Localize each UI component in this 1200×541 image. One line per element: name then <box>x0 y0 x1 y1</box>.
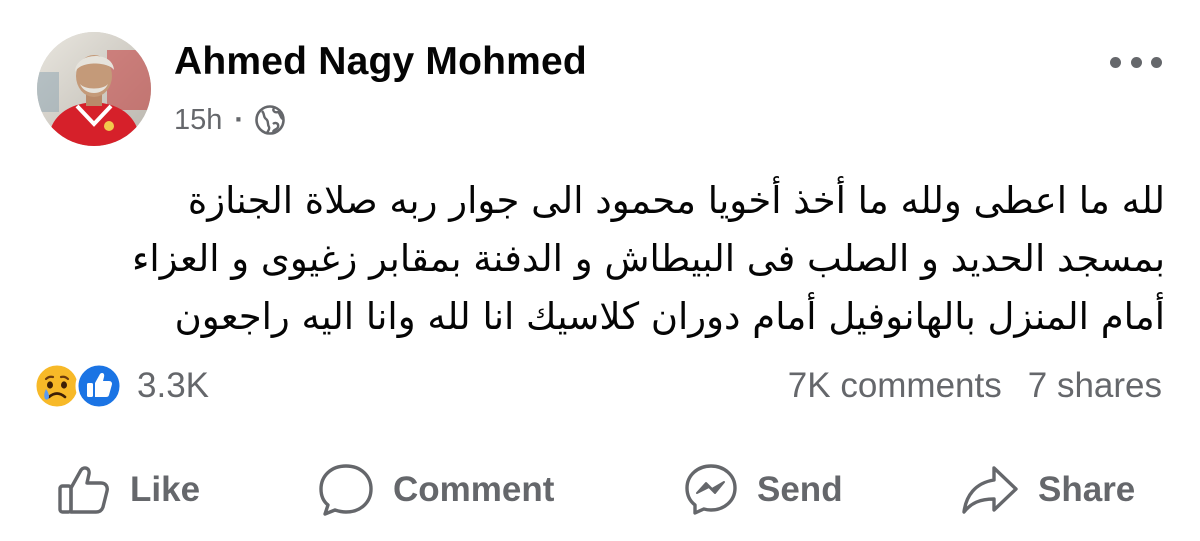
meta-separator: · <box>234 103 245 136</box>
share-label: Share <box>1038 470 1136 509</box>
comments-count[interactable]: 7K comments <box>788 366 1002 406</box>
post-text-line: أمام المنزل بالهانوفيل أمام دوران كلاسيك… <box>174 295 1165 338</box>
post-meta: 15h · <box>174 100 286 140</box>
reactions-count: 3.3K <box>137 366 209 405</box>
send-label: Send <box>757 470 843 509</box>
sad-reaction-icon <box>33 362 81 410</box>
thumbs-up-icon <box>58 466 109 514</box>
post-text-line: بمسجد الحديد و الصلب فى البيطاش و الدفنة… <box>132 237 1165 280</box>
shares-count[interactable]: 7 shares <box>1028 366 1162 406</box>
more-options-button[interactable] <box>1110 50 1162 74</box>
like-reaction-icon <box>75 362 123 410</box>
globe-icon[interactable] <box>254 104 286 136</box>
more-dot-icon <box>1151 56 1162 68</box>
author-name[interactable]: Ahmed Nagy Mohmed <box>174 40 587 84</box>
comment-label: Comment <box>393 470 555 509</box>
messenger-icon <box>685 464 737 515</box>
post-text: لله ما اعطى ولله ما أخذ أخويا محمود الى … <box>60 172 1165 346</box>
send-button[interactable]: Send <box>683 462 843 518</box>
post-text-line: لله ما اعطى ولله ما أخذ أخويا محمود الى … <box>187 179 1165 222</box>
like-label: Like <box>130 470 201 509</box>
post-timestamp[interactable]: 15h <box>174 104 222 137</box>
avatar-photo <box>37 32 151 146</box>
comment-button[interactable]: Comment <box>317 462 554 518</box>
share-button[interactable]: Share <box>960 462 1135 518</box>
comment-icon <box>319 464 373 516</box>
share-arrow-icon <box>962 466 1018 514</box>
more-dot-icon <box>1130 56 1142 68</box>
avatar[interactable] <box>37 32 151 146</box>
reactions-summary[interactable]: 3.3K <box>33 362 209 410</box>
like-button[interactable]: Like <box>56 462 200 518</box>
more-dot-icon <box>1110 56 1121 68</box>
engagement-counts: 7K comments 7 shares <box>788 362 1162 410</box>
